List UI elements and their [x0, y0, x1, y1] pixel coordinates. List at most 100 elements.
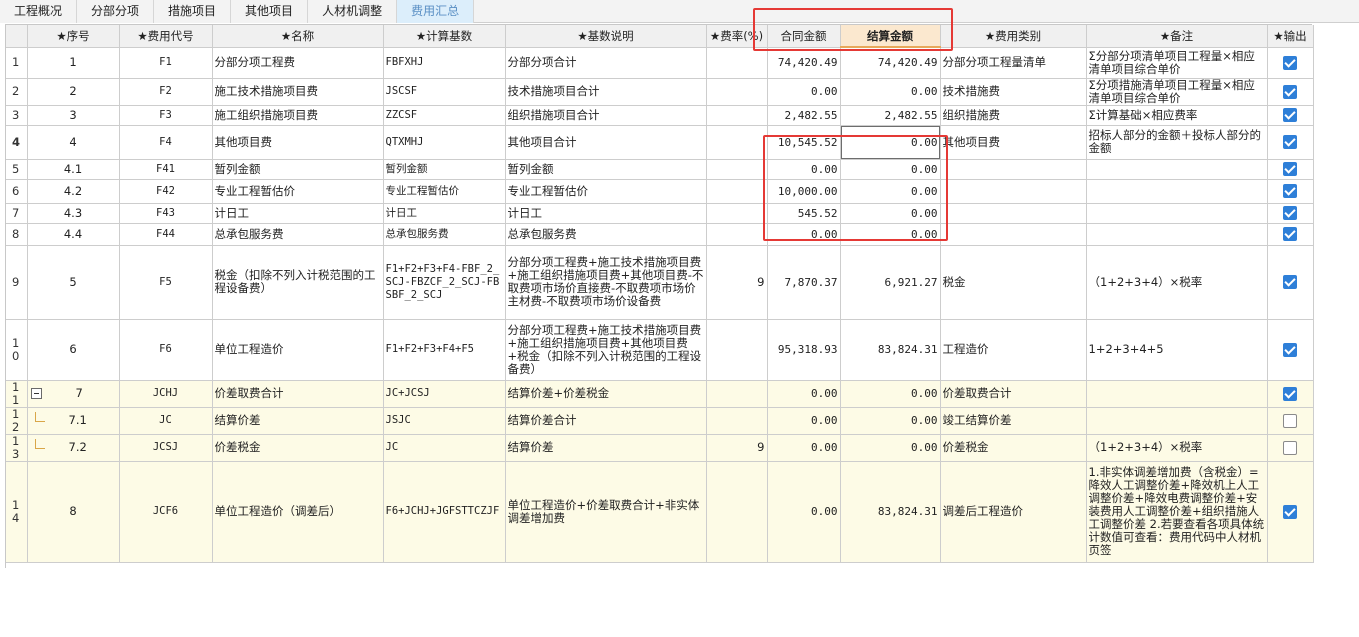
row-number[interactable]: 4 [6, 125, 28, 160]
cell-category[interactable] [940, 223, 1087, 246]
cell-settlement-amount[interactable]: 0.00 [840, 223, 941, 246]
cell-category[interactable]: 其他项目费 [940, 125, 1087, 160]
cell-name[interactable]: 暂列金额 [212, 159, 384, 180]
cell-contract-amount[interactable]: 74,420.49 [767, 47, 841, 79]
table-row[interactable]: 4 4 F4 其他项目费 QTXMHJ 其他项目合计 10,545.52 0.00 其他项目费 招… [6, 125, 1314, 160]
cell-code[interactable]: JCSJ [119, 434, 213, 462]
cell-rate[interactable] [706, 380, 768, 408]
cell-seq[interactable]: 6 [27, 319, 120, 381]
cell-name[interactable]: 价差取费合计 [212, 380, 384, 408]
header-name[interactable]: ★名称 [212, 25, 384, 48]
cell-rate[interactable] [706, 223, 768, 246]
cell-desc[interactable]: 总承包服务费 [505, 223, 707, 246]
cell-category[interactable]: 分部分项工程量清单 [940, 47, 1087, 79]
cell-seq[interactable]: 7.1 [27, 407, 120, 435]
output-checkbox[interactable] [1283, 440, 1297, 455]
cell-category[interactable] [940, 159, 1087, 180]
cell-base[interactable]: 总承包服务费 [383, 223, 506, 246]
output-checkbox[interactable] [1283, 275, 1297, 289]
tab-project-overview[interactable]: 工程概况 [0, 0, 78, 23]
cell-rate[interactable] [706, 47, 768, 79]
cell-seq[interactable]: 2 [27, 78, 120, 106]
cell-note[interactable]: （1+2+3+4）×税率 [1086, 245, 1268, 320]
cell-rate[interactable]: 9 [706, 245, 768, 320]
cell-rate[interactable] [706, 461, 768, 563]
cell-seq[interactable]: 4.1 [27, 159, 120, 180]
cell-base[interactable]: 计日工 [383, 203, 506, 224]
cell-category[interactable]: 价差取费合计 [940, 380, 1087, 408]
cell-base[interactable]: 专业工程暂估价 [383, 179, 506, 204]
table-row[interactable]: 11 7 JCHJ 价差取费合计 JC+JCSJ 结算价差+价差税金 0.00 0.00 价差取… [6, 380, 1314, 408]
table-row[interactable]: 2 2 F2 施工技术措施项目费 JSCSF 技术措施项目合计 0.00 0.00 技术措施费 Σ… [6, 78, 1314, 106]
cell-note[interactable]: 1+2+3+4+5 [1086, 319, 1268, 381]
cell-seq[interactable]: 1 [27, 47, 120, 79]
cell-name[interactable]: 施工组织措施项目费 [212, 105, 384, 126]
header-contract-amount[interactable]: 合同金额 [767, 25, 841, 48]
output-checkbox[interactable] [1283, 162, 1297, 176]
cell-code[interactable]: F2 [119, 78, 213, 106]
cell-base[interactable]: JC+JCSJ [383, 380, 506, 408]
cell-code[interactable]: F43 [119, 203, 213, 224]
cell-note[interactable] [1086, 407, 1268, 435]
cell-name[interactable]: 税金（扣除不列入计税范围的工程设备费） [212, 245, 384, 320]
cell-settlement-amount[interactable]: 0.00 [840, 159, 941, 180]
cell-seq[interactable]: 4.3 [27, 203, 120, 224]
cell-note[interactable] [1086, 380, 1268, 408]
cell-code[interactable]: F1 [119, 47, 213, 79]
cell-base[interactable]: F1+F2+F3+F4+F5 [383, 319, 506, 381]
cell-contract-amount[interactable]: 10,000.00 [767, 179, 841, 204]
table-row[interactable]: 5 4.1 F41 暂列金额 暂列金额 暂列金额 0.00 0.00 [6, 159, 1314, 180]
tab-cost-summary[interactable]: 费用汇总 [397, 0, 475, 23]
row-number[interactable]: 8 [6, 223, 28, 246]
cell-settlement-amount[interactable]: 2,482.55 [840, 105, 941, 126]
header-settlement-amount[interactable]: 结算金额 [840, 25, 941, 48]
output-checkbox[interactable] [1283, 342, 1297, 357]
cell-settlement-amount[interactable]: 83,824.31 [840, 319, 941, 381]
cell-name[interactable]: 其他项目费 [212, 125, 384, 160]
cell-name[interactable]: 总承包服务费 [212, 223, 384, 246]
cell-desc[interactable]: 结算价差+价差税金 [505, 380, 707, 408]
cell-settlement-amount[interactable]: 0.00 [840, 380, 941, 408]
cell-contract-amount[interactable]: 2,482.55 [767, 105, 841, 126]
cell-rate[interactable] [706, 105, 768, 126]
table-row[interactable]: 9 5 F5 税金（扣除不列入计税范围的工程设备费） F1+F2+F3+F4-FBF_2… [6, 245, 1314, 320]
collapse-icon[interactable] [30, 388, 42, 399]
row-number[interactable]: 13 [6, 434, 28, 462]
cell-note[interactable]: （1+2+3+4）×税率 [1086, 434, 1268, 462]
header-desc[interactable]: ★基数说明 [505, 25, 707, 48]
cell-contract-amount[interactable]: 0.00 [767, 78, 841, 106]
header-seq[interactable]: ★序号 [27, 25, 120, 48]
row-number[interactable]: 1 [6, 47, 28, 79]
row-number[interactable]: 14 [6, 461, 28, 563]
cell-desc[interactable]: 分部分项合计 [505, 47, 707, 79]
table-row[interactable]: 13 7.2 JCSJ 价差税金 JC 结算价差 9 0.00 0.00 价差税金 （1+2+3+4… [6, 434, 1314, 462]
cell-base[interactable]: JC [383, 434, 506, 462]
output-checkbox[interactable] [1283, 108, 1297, 122]
cell-desc[interactable]: 组织措施项目合计 [505, 105, 707, 126]
header-code[interactable]: ★费用代号 [119, 25, 213, 48]
cell-rate[interactable] [706, 125, 768, 160]
cell-desc[interactable]: 分部分项工程费+施工技术措施项目费+施工组织措施项目费+其他项目费-不取费项市场… [505, 245, 707, 320]
output-checkbox[interactable] [1283, 184, 1297, 198]
cell-desc[interactable]: 结算价差合计 [505, 407, 707, 435]
cell-contract-amount[interactable]: 10,545.52 [767, 125, 841, 160]
cell-seq[interactable]: 5 [27, 245, 120, 320]
cell-code[interactable]: F44 [119, 223, 213, 246]
cell-category[interactable]: 工程造价 [940, 319, 1087, 381]
cell-name[interactable]: 计日工 [212, 203, 384, 224]
table-row[interactable]: 6 4.2 F42 专业工程暂估价 专业工程暂估价 专业工程暂估价 10,000.00 0.0… [6, 179, 1314, 204]
cell-rate[interactable] [706, 159, 768, 180]
cell-rate[interactable]: 9 [706, 434, 768, 462]
cell-base[interactable]: QTXMHJ [383, 125, 506, 160]
cell-category[interactable]: 竣工结算价差 [940, 407, 1087, 435]
cell-contract-amount[interactable]: 0.00 [767, 159, 841, 180]
cell-seq[interactable]: 4 [27, 125, 120, 160]
row-number[interactable]: 7 [6, 203, 28, 224]
cell-base[interactable]: F6+JCHJ+JGFSTTCZJF [383, 461, 506, 563]
output-checkbox[interactable] [1283, 84, 1297, 99]
cell-base[interactable]: 暂列金额 [383, 159, 506, 180]
cell-contract-amount[interactable]: 0.00 [767, 223, 841, 246]
row-number[interactable]: 10 [6, 319, 28, 381]
cell-settlement-amount[interactable]: 0.00 [840, 78, 941, 106]
cell-code[interactable]: F5 [119, 245, 213, 320]
